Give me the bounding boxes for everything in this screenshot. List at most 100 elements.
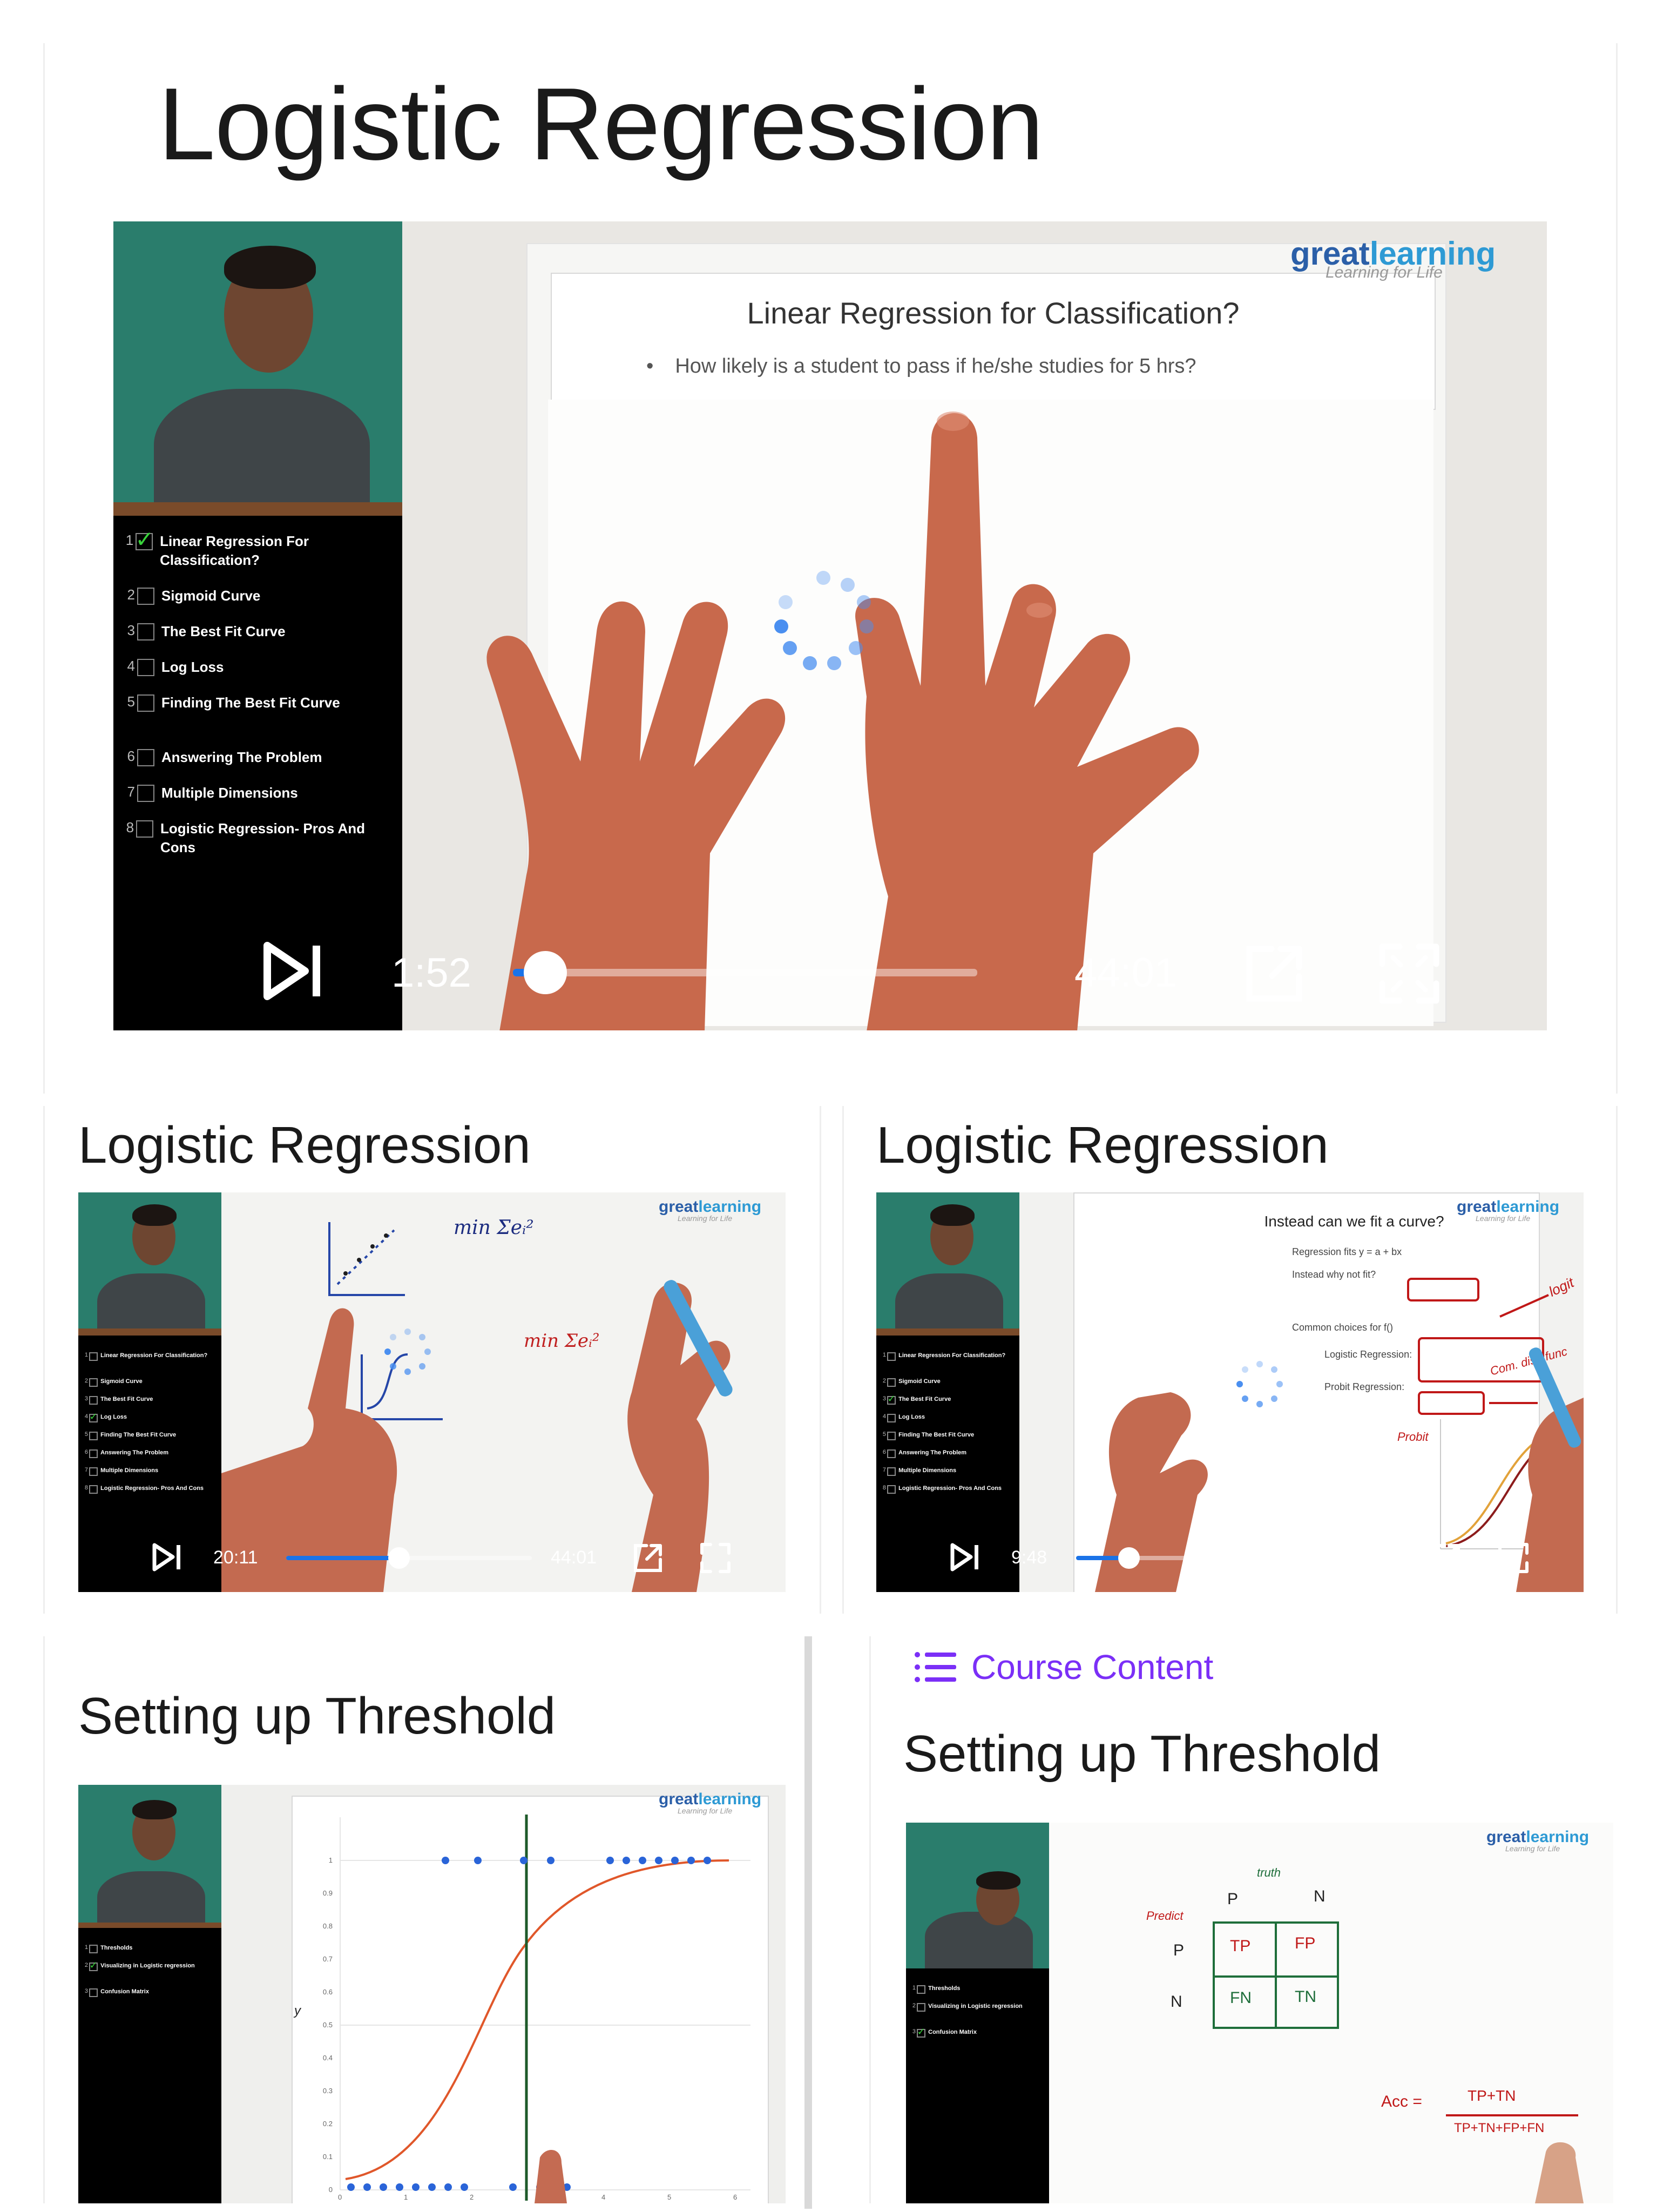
spinner-icon — [774, 571, 874, 670]
chapter-checkbox[interactable] — [137, 749, 154, 767]
video-player-bottom-right[interactable]: 1 Thresholds 2 Visualizing in Logistic regr… — [906, 1823, 1613, 2203]
chapter-item[interactable]: 7 Multiple Dimensions — [119, 784, 389, 802]
chapter-checkbox[interactable] — [137, 694, 154, 712]
chapter-item[interactable]: 1 ✓ Linear Regression For Classification? — [119, 527, 389, 570]
chapter-item[interactable]: 1 Thresholds — [908, 1985, 1046, 1994]
chapter-checkbox[interactable] — [887, 1449, 896, 1458]
popout-button[interactable] — [1242, 941, 1307, 1006]
chapter-checkbox-checked[interactable]: ✓ — [916, 2026, 925, 2038]
chapter-item[interactable]: 3 ✓ Confusion Matrix — [908, 2026, 1046, 2038]
popout-button[interactable] — [632, 1542, 664, 1574]
chapter-item[interactable]: 3 The Best Fit Curve — [80, 1395, 218, 1405]
chapter-item[interactable]: 4 Log Loss — [878, 1413, 1016, 1422]
chapter-label: Log Loss — [100, 1413, 127, 1420]
chapter-item[interactable]: 8 Logistic Regression- Pros And Cons — [80, 1485, 218, 1494]
play-next-button[interactable] — [262, 941, 327, 1001]
matrix-col-n: N — [1314, 1887, 1326, 1905]
video-player-left[interactable]: 1 Linear Regression For Classification? 2 S… — [78, 1192, 786, 1592]
chapter-item[interactable]: 5 Finding The Best Fit Curve — [80, 1431, 218, 1440]
play-next-button[interactable] — [151, 1542, 184, 1572]
spinner-icon — [384, 1328, 431, 1375]
popout-button[interactable] — [1430, 1542, 1462, 1574]
chapter-number: 3 — [84, 1987, 88, 1994]
chapter-checkbox[interactable] — [89, 1988, 98, 1997]
video-player-bottom-left[interactable]: 1 Thresholds 2 ✓ Visualizing in Logistic reg… — [78, 1785, 786, 2203]
chapter-checkbox[interactable] — [887, 1467, 896, 1476]
chapter-checkbox-checked[interactable]: ✓ — [135, 527, 154, 552]
play-next-button[interactable] — [949, 1542, 982, 1572]
chapter-checkbox[interactable] — [89, 1485, 98, 1494]
chapter-checkbox[interactable] — [136, 820, 154, 838]
chapter-item[interactable]: 5 Finding The Best Fit Curve — [878, 1431, 1016, 1440]
chapter-checkbox[interactable] — [916, 1985, 925, 1994]
progress-handle[interactable] — [1118, 1547, 1140, 1569]
progress-bar[interactable] — [1076, 1547, 1316, 1569]
chapter-checkbox[interactable] — [89, 1378, 98, 1387]
podium — [78, 1923, 221, 1928]
chapter-item[interactable]: 1 Linear Regression For Classification? — [878, 1352, 1016, 1361]
chapter-item[interactable]: 2 Sigmoid Curve — [119, 586, 389, 605]
presenter-video — [876, 1192, 1019, 1336]
chapter-item[interactable]: 4 Log Loss — [119, 658, 389, 677]
progress-bar[interactable] — [513, 951, 977, 994]
chapter-checkbox[interactable] — [89, 1352, 98, 1361]
chapter-checkbox-checked[interactable]: ✓ — [89, 1411, 98, 1422]
check-icon: ✓ — [135, 526, 154, 552]
chapter-item[interactable]: 2 Sigmoid Curve — [80, 1378, 218, 1387]
loading-spinner — [769, 567, 877, 675]
chapter-checkbox-checked[interactable]: ✓ — [89, 1960, 98, 1971]
chapter-checkbox[interactable] — [887, 1485, 896, 1494]
chapter-checkbox[interactable] — [89, 1467, 98, 1476]
chapter-item[interactable]: 6 Answering The Problem — [878, 1449, 1016, 1458]
chapter-item[interactable]: 2 Visualizing in Logistic regression — [908, 2002, 1046, 2012]
chapter-checkbox[interactable] — [89, 1449, 98, 1458]
chapter-number: 5 — [127, 693, 135, 710]
chapter-item[interactable]: 8 Logistic Regression- Pros And Cons — [878, 1485, 1016, 1494]
chapter-item[interactable]: 5 Finding The Best Fit Curve — [119, 693, 389, 712]
chapter-item[interactable]: 2 ✓ Visualizing in Logistic regression — [80, 1960, 218, 1971]
chapter-checkbox[interactable] — [137, 623, 154, 641]
video-player-main[interactable]: 1 ✓ Linear Regression For Classification? 2… — [113, 221, 1547, 1030]
chapter-item[interactable]: 4 ✓ Log Loss — [80, 1411, 218, 1422]
chapter-checkbox[interactable] — [887, 1378, 896, 1387]
chapter-checkbox[interactable] — [137, 588, 154, 605]
chapter-item[interactable]: 6 Answering The Problem — [119, 748, 389, 767]
fullscreen-button[interactable] — [1377, 941, 1442, 1006]
chapter-number: 7 — [882, 1466, 886, 1473]
external-link-icon — [1432, 1544, 1460, 1572]
chapter-checkbox[interactable] — [89, 1944, 98, 1953]
fullscreen-button[interactable] — [1497, 1542, 1530, 1574]
chapter-checkbox[interactable] — [89, 1395, 98, 1405]
chapter-label: Visualizing in Logistic regression — [100, 1963, 195, 1969]
chapter-item[interactable]: 8 Logistic Regression- Pros And Cons — [119, 819, 389, 857]
chapter-item[interactable]: 2 Sigmoid Curve — [878, 1378, 1016, 1387]
chapter-item[interactable]: 3 ✓ The Best Fit Curve — [878, 1393, 1016, 1405]
progress-bar[interactable] — [286, 1547, 532, 1569]
skip-next-icon — [950, 1543, 978, 1572]
chapter-item[interactable]: 3 The Best Fit Curve — [119, 622, 389, 641]
video-content: greatlearning Learning for Life truth Pr… — [1049, 1823, 1613, 2203]
chapter-checkbox[interactable] — [137, 785, 154, 802]
chapter-item[interactable]: 6 Answering The Problem — [80, 1449, 218, 1458]
progress-handle[interactable] — [388, 1547, 410, 1569]
chapter-checkbox[interactable] — [916, 2002, 925, 2012]
chapter-checkbox[interactable] — [887, 1413, 896, 1422]
fullscreen-button[interactable] — [699, 1542, 732, 1574]
chapter-checkbox[interactable] — [887, 1352, 896, 1361]
video-player-right[interactable]: 1 Linear Regression For Classification? 2 S… — [876, 1192, 1584, 1592]
chapter-checkbox[interactable] — [137, 659, 154, 677]
course-content-link[interactable]: Course Content — [914, 1647, 1213, 1687]
presenter-video — [78, 1785, 221, 1928]
fullscreen-icon — [700, 1543, 731, 1573]
chapter-checkbox-checked[interactable]: ✓ — [887, 1393, 896, 1405]
chapter-number: 2 — [912, 2002, 916, 2009]
chapter-label: Finding The Best Fit Curve — [100, 1431, 177, 1438]
chapter-checkbox[interactable] — [89, 1431, 98, 1440]
chapter-item[interactable]: 7 Multiple Dimensions — [80, 1467, 218, 1476]
chapter-item[interactable]: 1 Thresholds — [80, 1944, 218, 1953]
progress-handle[interactable] — [524, 951, 567, 994]
chapter-item[interactable]: 1 Linear Regression For Classification? — [80, 1352, 218, 1361]
chapter-item[interactable]: 3 Confusion Matrix — [80, 1988, 218, 1997]
chapter-checkbox[interactable] — [887, 1431, 896, 1440]
chapter-item[interactable]: 7 Multiple Dimensions — [878, 1467, 1016, 1476]
